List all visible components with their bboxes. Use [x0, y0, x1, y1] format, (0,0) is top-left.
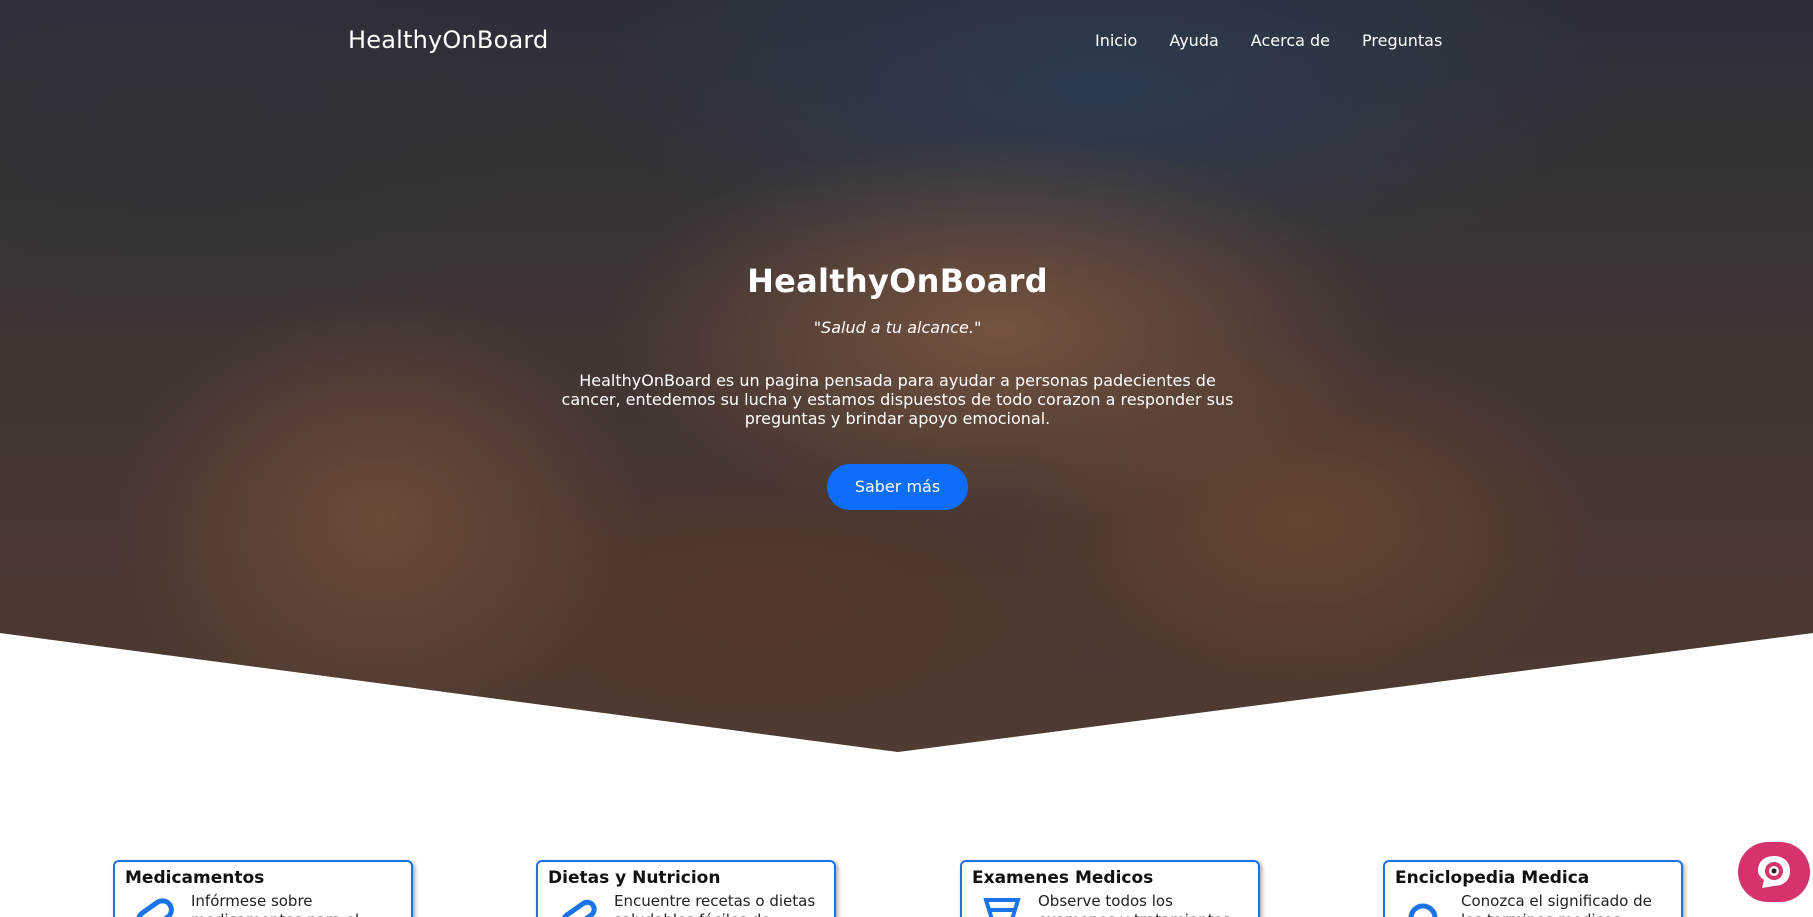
card-examenes[interactable]: Examenes Medicos Observe todos los exame…	[960, 860, 1260, 917]
hero-content: HealthyOnBoard "Salud a tu alcance." Hea…	[540, 262, 1255, 510]
hero-tagline: "Salud a tu alcance."	[813, 318, 982, 337]
chat-bot-button[interactable]	[1738, 842, 1810, 902]
card-enciclopedia[interactable]: Enciclopedia Medica Conozca el significa…	[1383, 860, 1683, 917]
card-text: Observe todos los examenes y tratamiento…	[1038, 892, 1231, 917]
hero-description: HealthyOnBoard es un pagina pensada para…	[561, 371, 1234, 428]
card-title: Medicamentos	[125, 868, 265, 888]
nav-link-inicio[interactable]: Inicio	[1095, 31, 1137, 50]
card-title: Enciclopedia Medica	[1395, 868, 1590, 888]
bandage-icon	[561, 899, 597, 917]
card-title: Examenes Medicos	[972, 868, 1154, 888]
card-medicamentos[interactable]: Medicamentos Infórmese sobre medicamento…	[113, 860, 413, 917]
nav-link-ayuda[interactable]: Ayuda	[1169, 31, 1218, 50]
learn-more-button[interactable]: Saber más	[826, 464, 969, 510]
card-text: Infórmese sobre medicamentos para el	[191, 892, 359, 917]
card-text: Conozca el significado de los terminos m…	[1461, 892, 1652, 917]
test-tube-icon	[983, 898, 1021, 917]
card-title: Dietas y Nutricion	[548, 868, 721, 888]
main-nav: Inicio Ayuda Acerca de Preguntas	[1095, 31, 1442, 50]
brand-logo[interactable]: HealthyOnBoard	[348, 26, 548, 54]
nav-link-preguntas[interactable]: Preguntas	[1362, 31, 1442, 50]
pill-icon	[136, 898, 174, 917]
hero-title: HealthyOnBoard	[747, 262, 1048, 300]
card-text: Encuentre recetas o dietas saludables fá…	[614, 892, 816, 917]
card-dietas[interactable]: Dietas y Nutricion Encuentre recetas o d…	[536, 860, 836, 917]
search-icon	[1408, 903, 1438, 917]
nav-link-acerca[interactable]: Acerca de	[1251, 31, 1330, 50]
chat-bot-icon	[1758, 856, 1790, 888]
